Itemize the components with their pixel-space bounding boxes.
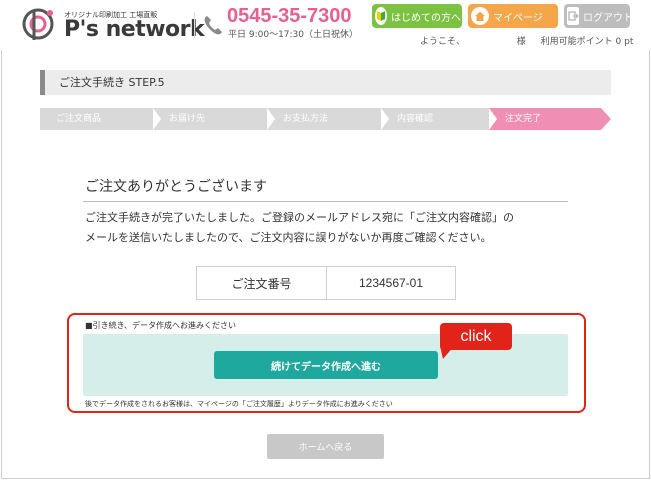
phone-icon xyxy=(204,16,222,35)
home-icon xyxy=(471,7,489,25)
order-number-box: ご注文番号 1234567-01 xyxy=(196,266,456,300)
progress-step-label: お支払方法 xyxy=(283,114,329,124)
progress-step-label: 注文完了 xyxy=(505,114,542,124)
site-logo[interactable]: オリジナル印刷加工 工場直販 P's network xyxy=(20,4,205,44)
phone-number[interactable]: 0545-35-7300 xyxy=(227,5,352,28)
site-header: オリジナル印刷加工 工場直販 P's network 0545-35-7300 … xyxy=(0,0,651,50)
completion-message: ご注文手続きが完了いたしました。ご登録のメールアドレス宛に「ご注文内容確認」の … xyxy=(85,208,565,248)
step-title: ご注文手続き STEP.5 xyxy=(40,70,611,95)
continue-data-creation-button[interactable]: 続けてデータ作成へ進む xyxy=(214,351,438,379)
logo-text: P's network xyxy=(64,17,205,42)
progress-step-5-active: 注文完了 xyxy=(489,108,611,130)
callout-tail xyxy=(440,346,454,359)
back-to-home-button[interactable]: ホームへ戻る xyxy=(267,434,384,459)
completion-message-line2: メールを送信いたしましたので、ご注文内容に誤りがないか再度ご確認ください。 xyxy=(85,231,492,244)
logo-mark-icon xyxy=(22,8,54,40)
logout-label: ログアウト xyxy=(583,12,633,24)
order-number-label: ご注文番号 xyxy=(197,267,327,299)
progress-step-3: お支払方法 xyxy=(267,108,389,130)
mypage-button[interactable]: マイページ xyxy=(468,4,558,28)
logout-button[interactable]: ログアウト xyxy=(564,4,633,28)
later-creation-note: 後でデータ作成をされるお客様は、マイページの「ご注文履歴」よりデータ作成にお進み… xyxy=(85,400,393,408)
progress-step-label: お届け先 xyxy=(169,114,206,124)
business-hours: 平日 9:00～17:30（土日祝休） xyxy=(228,30,359,40)
heading-divider xyxy=(83,201,568,202)
continue-note: ■引き続き、データ作成へお進みください xyxy=(85,321,236,330)
progress-step-label: 内容確認 xyxy=(397,114,434,124)
progress-step-2: お届け先 xyxy=(153,108,275,130)
honorific: 様 xyxy=(516,37,526,47)
progress-step-label: ご注文商品 xyxy=(56,114,102,124)
welcome-bar: ようこそ、 様 利用可能ポイント 0 pt xyxy=(420,34,637,47)
available-points: 利用可能ポイント 0 pt xyxy=(540,37,634,47)
header-divider xyxy=(194,12,195,38)
welcome-text: ようこそ、 xyxy=(420,37,466,47)
beginners-guide-button[interactable]: はじめての方へ xyxy=(372,4,462,28)
completion-message-line1: ご注文手続きが完了いたしました。ご登録のメールアドレス宛に「ご注文内容確認」の xyxy=(85,211,514,224)
order-number-value: 1234567-01 xyxy=(358,276,424,290)
logout-icon xyxy=(567,7,579,25)
thanks-heading: ご注文ありがとうございます xyxy=(85,179,267,195)
progress-step-1: ご注文商品 xyxy=(40,108,161,130)
beginners-guide-label: はじめての方へ xyxy=(391,12,461,24)
order-progress: ご注文商品 お届け先 お支払方法 内容確認 注文完了 xyxy=(40,108,611,130)
progress-step-4: 内容確認 xyxy=(381,108,503,130)
beginner-mark-icon xyxy=(375,7,387,25)
mypage-label: マイページ xyxy=(493,12,543,24)
